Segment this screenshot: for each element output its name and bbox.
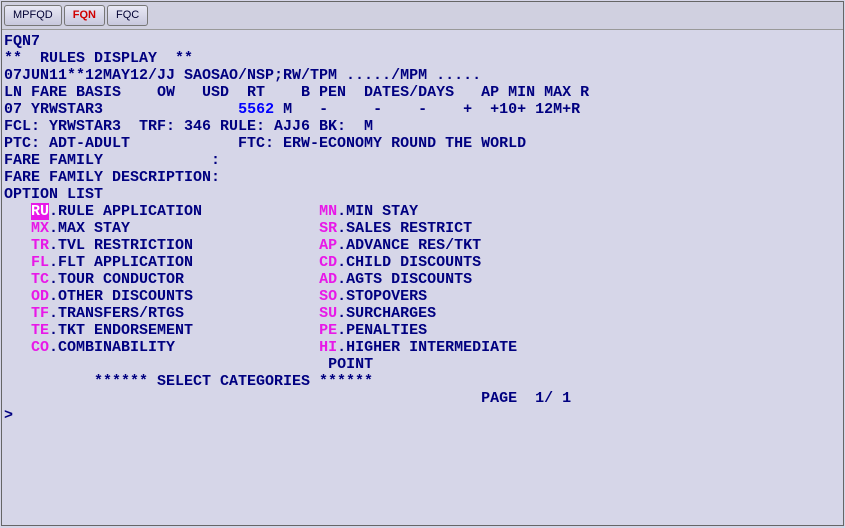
opt-tc-desc: .TOUR CONDUCTOR [49, 271, 184, 288]
opt-ad-desc: .AGTS DISCOUNTS [337, 271, 472, 288]
rules-title: ** RULES DISPLAY ** [4, 50, 193, 67]
opt-cd-code[interactable]: CD [319, 254, 337, 271]
opt-tf-code[interactable]: TF [31, 305, 49, 322]
opt-mx-code[interactable]: MX [31, 220, 49, 237]
opt-sr-code[interactable]: SR [319, 220, 337, 237]
opt-ad-code[interactable]: AD [319, 271, 337, 288]
opt-te-code[interactable]: TE [31, 322, 49, 339]
opt-pe-code[interactable]: PE [319, 322, 337, 339]
opt-so-code[interactable]: SO [319, 288, 337, 305]
opt-mx-desc: .MAX STAY [49, 220, 130, 237]
opt-hi-desc: .HIGHER INTERMEDIATE [337, 339, 517, 356]
opt-od-desc: .OTHER DISCOUNTS [49, 288, 193, 305]
opt-ru-desc: .RULE APPLICATION [49, 203, 202, 220]
fare-amount: 5562 [238, 101, 274, 118]
opt-mn-desc: .MIN STAY [337, 203, 418, 220]
tab-fqn[interactable]: FQN [64, 5, 105, 26]
ptc-line: PTC: ADT-ADULT FTC: ERW-ECONOMY ROUND TH… [4, 135, 526, 152]
opt-pe-desc: .PENALTIES [337, 322, 427, 339]
opt-tr-code[interactable]: TR [31, 237, 49, 254]
opt-cd-desc: .CHILD DISCOUNTS [337, 254, 481, 271]
routing-line: 07JUN11**12MAY12/JJ SAOSAO/NSP;RW/TPM ..… [4, 67, 481, 84]
opt-fl-code[interactable]: FL [31, 254, 49, 271]
opt-tf-desc: .TRANSFERS/RTGS [49, 305, 184, 322]
opt-ru-code[interactable]: RU [31, 203, 49, 220]
opt-co-code[interactable]: CO [31, 339, 49, 356]
opt-ap-code[interactable]: AP [319, 237, 337, 254]
opt-su-desc: .SURCHARGES [337, 305, 436, 322]
command-echo: FQN7 [4, 33, 40, 50]
opt-te-desc: .TKT ENDORSEMENT [49, 322, 193, 339]
prompt[interactable]: > [4, 407, 13, 424]
tab-mpfqd[interactable]: MPFQD [4, 5, 62, 26]
opt-ap-desc: .ADVANCE RES/TKT [337, 237, 481, 254]
fare-family-desc: FARE FAMILY DESCRIPTION: [4, 169, 220, 186]
fare-rest: M - - - + +10+ 12M+R [274, 101, 580, 118]
fare-family: FARE FAMILY : [4, 152, 220, 169]
option-list-header: OPTION LIST [4, 186, 103, 203]
opt-su-code[interactable]: SU [319, 305, 337, 322]
opt-fl-desc: .FLT APPLICATION [49, 254, 193, 271]
opt-co-desc: .COMBINABILITY [49, 339, 175, 356]
opt-od-code[interactable]: OD [31, 288, 49, 305]
tab-fqc[interactable]: FQC [107, 5, 148, 26]
opt-tc-code[interactable]: TC [31, 271, 49, 288]
tab-bar: MPFQD FQN FQC [2, 2, 843, 30]
page-indicator: PAGE 1/ 1 [481, 390, 571, 407]
opt-mn-code[interactable]: MN [319, 203, 337, 220]
opt-tr-desc: .TVL RESTRICTION [49, 237, 193, 254]
select-categories: ****** SELECT CATEGORIES ****** [94, 373, 373, 390]
opt-so-desc: .STOPOVERS [337, 288, 427, 305]
terminal-output[interactable]: FQN7 ** RULES DISPLAY ** 07JUN11**12MAY1… [2, 30, 843, 427]
opt-sr-desc: .SALES RESTRICT [337, 220, 472, 237]
opt-hi-code[interactable]: HI [319, 339, 337, 356]
fcl-line: FCL: YRWSTAR3 TRF: 346 RULE: AJJ6 BK: M [4, 118, 373, 135]
column-header: LN FARE BASIS OW USD RT B PEN DATES/DAYS… [4, 84, 589, 101]
fare-line-num: 07 YRWSTAR3 [4, 101, 103, 118]
opt-hi-desc2: POINT [328, 356, 373, 373]
